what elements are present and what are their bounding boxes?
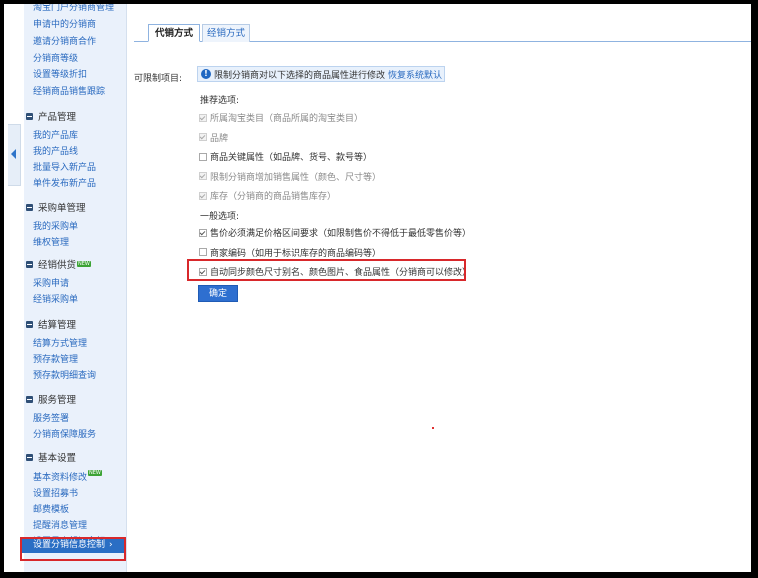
checkbox xyxy=(199,172,207,180)
sidebar-link[interactable]: 批量导入新产品 xyxy=(33,160,96,173)
new-badge: NEW xyxy=(88,470,102,476)
collapse-minus-icon xyxy=(26,453,33,461)
sidebar-link[interactable]: 我的产品线 xyxy=(33,144,78,157)
option-label: 商品关键属性（如品牌、货号、款号等） xyxy=(210,153,373,163)
sidebar-link-label: 批量导入新产品 xyxy=(33,163,97,173)
sidebar-link[interactable]: 我的采购单 xyxy=(33,219,78,232)
option-label: 库存（分销商的商品销售库存） xyxy=(210,192,337,202)
sidebar-link-label: 我的产品库 xyxy=(33,131,79,141)
checkbox xyxy=(199,191,207,200)
sidebar-section-title: 采购单管理 xyxy=(38,203,86,214)
checkbox xyxy=(199,133,207,141)
checkbox[interactable] xyxy=(199,228,207,237)
sidebar-collapse-handle[interactable] xyxy=(8,124,21,186)
collapse-minus-icon xyxy=(26,395,33,403)
sidebar-link-label: 服务签署 xyxy=(33,414,70,424)
info-icon: ! xyxy=(201,69,211,79)
recommended-options-label: 推荐选项: xyxy=(200,96,240,106)
sidebar-link-label: 基本资料修改 xyxy=(33,473,88,483)
tab-distribution[interactable]: 经销方式 xyxy=(202,24,250,42)
option-label: 所属淘宝类目（商品所属的淘宝类目） xyxy=(210,114,364,124)
option-checkbox-row[interactable]: 售价必须满足价格区间要求（如限制售价不得低于最低零售价等） xyxy=(199,226,471,239)
sidebar-link-label: 预存款管理 xyxy=(33,355,79,365)
chevron-left-icon xyxy=(11,149,16,159)
collapse-minus-icon xyxy=(26,260,33,268)
sidebar-link-label: 我的采购单 xyxy=(33,222,79,232)
sidebar-section-header[interactable]: 结算管理 xyxy=(26,317,76,331)
option-label: 品牌 xyxy=(210,133,229,144)
sidebar-link-label: 维权管理 xyxy=(33,238,70,248)
option-checkbox-row: 限制分销商增加销售属性（颜色、尺寸等） xyxy=(199,170,381,183)
new-badge: NEW xyxy=(77,261,91,267)
sidebar-link[interactable]: 预存款明细查询 xyxy=(33,368,96,381)
sidebar-link[interactable]: 提醒消息管理 xyxy=(33,518,87,531)
sidebar-link[interactable]: 分销商等级 xyxy=(33,51,78,64)
info-text: 限制分销商对以下选择的商品属性进行修改 xyxy=(214,70,386,81)
sidebar-section-title: 服务管理 xyxy=(38,395,77,406)
collapse-minus-icon xyxy=(26,112,33,120)
sidebar-section-header[interactable]: 经销供货 NEW xyxy=(26,257,91,271)
sidebar-link-label: 单件发布新产品 xyxy=(33,179,97,189)
sidebar-link[interactable]: 邮费模板 xyxy=(33,502,69,515)
sidebar-section-header[interactable]: 产品管理 xyxy=(26,109,76,123)
sidebar-link[interactable]: 服务签署 xyxy=(33,411,69,424)
app-window: 淘宝门户分销商管理申请中的分销商 邀请分销商合作 分销商等级设置等级折扣经销商品销售… xyxy=(0,0,758,578)
option-checkbox-row: 品牌 xyxy=(199,131,228,144)
sidebar-link[interactable]: 邀请分销商合作 xyxy=(33,34,96,47)
sidebar-link[interactable]: 申请中的分销商 xyxy=(33,17,96,30)
sidebar-link-label: 预存款明细查询 xyxy=(33,371,97,381)
sidebar-section-title: 产品管理 xyxy=(38,112,77,123)
sidebar-link-label: 经销采购单 xyxy=(33,295,79,305)
sidebar-section-header[interactable]: 采购单管理 xyxy=(26,200,86,214)
sidebar-link-label: 分销商保障服务 xyxy=(33,430,97,440)
sidebar-link[interactable]: 采购申请 xyxy=(33,276,69,289)
sidebar-link[interactable]: 分销商保障服务 xyxy=(33,427,96,440)
sidebar-link[interactable]: 基本资料修改 NEW xyxy=(33,470,102,483)
restore-default-link[interactable]: 恢复系统默认 xyxy=(388,68,442,81)
sidebar-link[interactable]: 预存款管理 xyxy=(33,352,78,365)
sidebar-link-label: 结算方式管理 xyxy=(33,339,88,349)
limit-items-label: 可限制项目: xyxy=(134,74,183,84)
sidebar-link-label: 邮费模板 xyxy=(33,505,70,515)
sidebar-section-title: 经销供货 xyxy=(38,260,77,271)
sidebar-link-label: 设置招募书 xyxy=(33,489,79,499)
highlight-box-sync-option xyxy=(187,259,466,281)
checkbox[interactable] xyxy=(199,152,207,161)
option-label: 限制分销商增加销售属性（颜色、尺寸等） xyxy=(210,172,382,183)
sidebar-link[interactable]: 结算方式管理 xyxy=(33,336,87,349)
sidebar-link[interactable]: 单件发布新产品 xyxy=(33,176,96,189)
sidebar-link-label: 提醒消息管理 xyxy=(33,521,88,531)
sidebar-section-header[interactable]: 基本设置 xyxy=(26,450,76,464)
tab-consignment[interactable]: 代销方式 xyxy=(148,24,200,42)
option-label: 商家编码（如用于标识库存的商品编码等） xyxy=(210,248,382,259)
general-options-label: 一般选项: xyxy=(200,212,240,222)
sidebar-link[interactable]: 维权管理 xyxy=(33,235,69,248)
cursor-dot xyxy=(432,427,434,429)
sidebar-link[interactable]: 经销采购单 xyxy=(33,292,78,305)
collapse-minus-icon xyxy=(26,320,33,328)
option-checkbox-row[interactable]: 商品关键属性（如品牌、货号、款号等） xyxy=(199,150,372,163)
collapse-minus-icon xyxy=(26,203,33,211)
highlight-box-sidebar-item xyxy=(20,537,126,561)
confirm-button[interactable]: 确定 xyxy=(198,285,238,302)
info-bar: ! 限制分销商对以下选择的商品属性进行修改 恢复系统默认 xyxy=(197,66,445,82)
option-checkbox-row: 所属淘宝类目（商品所属的淘宝类目） xyxy=(199,111,363,124)
sidebar-section-title: 基本设置 xyxy=(38,453,77,464)
sidebar-link[interactable]: 设置招募书 xyxy=(33,486,78,499)
sidebar-link-label: 我的产品线 xyxy=(33,147,79,157)
option-label: 售价必须满足价格区间要求（如限制售价不得低于最低零售价等） xyxy=(210,229,472,239)
sidebar-section-title: 结算管理 xyxy=(38,320,77,331)
sidebar-link-label: 采购申请 xyxy=(33,279,70,289)
sidebar-link[interactable]: 经销商品销售跟踪 xyxy=(33,84,105,97)
option-checkbox-row: 库存（分销商的商品销售库存） xyxy=(199,189,336,202)
sidebar-section-header[interactable]: 服务管理 xyxy=(26,392,76,406)
sidebar-link[interactable]: 我的产品库 xyxy=(33,128,78,141)
sidebar: 淘宝门户分销商管理申请中的分销商 邀请分销商合作 分销商等级设置等级折扣经销商品销售… xyxy=(20,4,127,572)
sidebar-link[interactable]: 淘宝门户分销商管理 xyxy=(33,4,114,13)
option-checkbox-row[interactable]: 商家编码（如用于标识库存的商品编码等） xyxy=(199,246,381,259)
sidebar-link[interactable]: 设置等级折扣 xyxy=(33,67,87,80)
checkbox[interactable] xyxy=(199,248,207,256)
checkbox xyxy=(199,113,207,122)
